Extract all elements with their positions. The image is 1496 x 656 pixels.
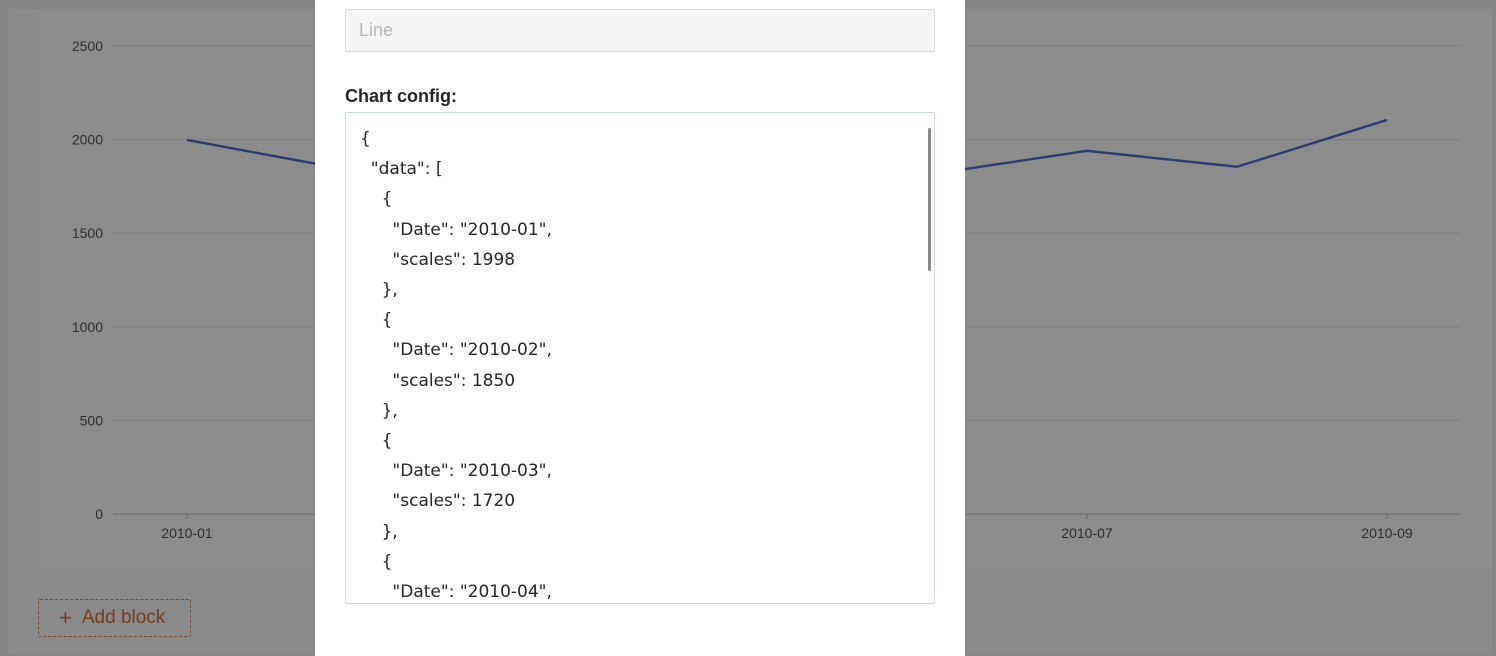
chart-config-text: { "data": [ { "Date": "2010-01", "scales… — [360, 129, 552, 603]
chart-config-textarea[interactable]: { "data": [ { "Date": "2010-01", "scales… — [345, 112, 935, 604]
chart-config-label: Chart config: — [345, 86, 457, 106]
textarea-scrollbar[interactable] — [928, 128, 931, 271]
chart-type-select[interactable]: Line — [345, 9, 935, 52]
edit-chart-modal: Line Chart config: { "data": [ { "Date":… — [315, 0, 965, 656]
chart-type-value: Line — [359, 20, 394, 40]
